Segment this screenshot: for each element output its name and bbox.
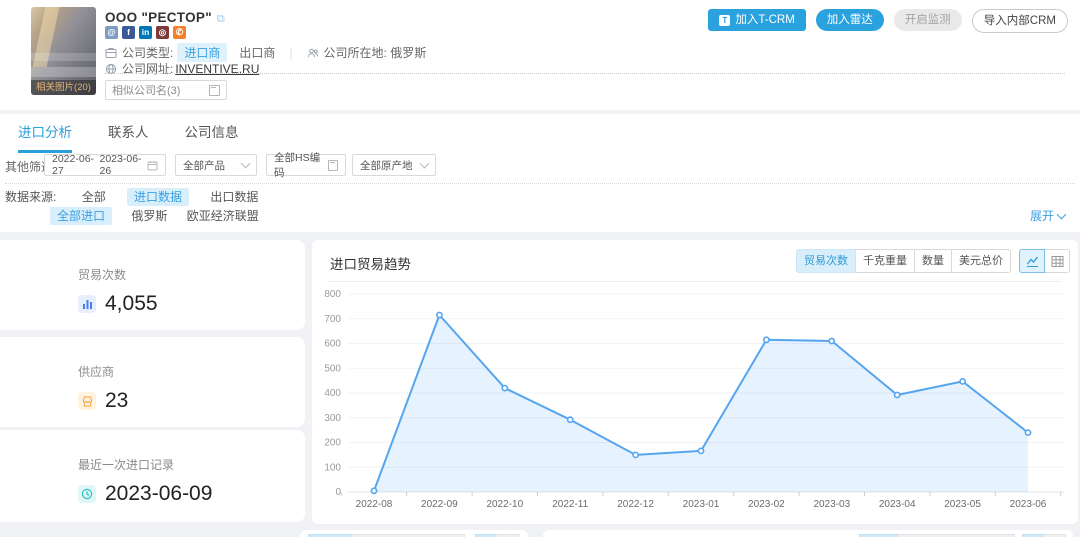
tab-import-analysis[interactable]: 进口分析: [18, 121, 72, 153]
location-label: 公司所在地:: [324, 44, 387, 61]
date-start: 2022-06-27: [52, 153, 100, 177]
related-images-caption[interactable]: 相关图片(20): [31, 80, 96, 95]
svg-text:200: 200: [324, 438, 341, 449]
origin-select[interactable]: 全部原产地: [352, 154, 436, 176]
hs-code-value: 全部HS编码: [274, 150, 328, 180]
exporter-tag: 出口商: [239, 44, 275, 61]
header-actions: T 加入T-CRM 加入雷达 开启监测 导入内部CRM: [708, 9, 1068, 33]
company-header: 相关图片(20) OOO "PECTOP"⧉ @ f in ◎ ✆ 公司类型: …: [0, 0, 1080, 110]
date-end: 2023-06-26: [100, 153, 148, 177]
clock-icon: [78, 485, 96, 503]
hs-code-select[interactable]: 全部HS编码: [266, 154, 346, 176]
import-internal-crm-button[interactable]: 导入内部CRM: [972, 9, 1068, 33]
website-label: 公司网址:: [122, 60, 173, 77]
svg-text:300: 300: [324, 413, 341, 424]
svg-text:2022-08: 2022-08: [356, 499, 393, 510]
chevron-down-icon: [241, 159, 251, 169]
sub-option-russia[interactable]: 俄罗斯: [131, 209, 167, 223]
start-monitoring-button[interactable]: 开启监测: [894, 9, 962, 31]
chevron-down-icon: [1057, 209, 1067, 219]
bar-chart-icon: [78, 295, 96, 313]
product-select-value: 全部产品: [183, 158, 225, 173]
data-source-subrow: 全部进口 俄罗斯 欧亚经济联盟: [50, 207, 259, 224]
company-type-label: 公司类型:: [122, 44, 173, 61]
bottom-card-right: [543, 530, 1073, 537]
location-icon: [307, 47, 319, 59]
data-source-row: 数据来源: 全部 进口数据 出口数据: [5, 188, 258, 205]
phone-icon[interactable]: ✆: [173, 26, 186, 39]
svg-text:500: 500: [324, 363, 341, 374]
social-links: @ f in ◎ ✆: [105, 26, 186, 39]
svg-text:2022-11: 2022-11: [552, 499, 588, 510]
calendar-icon: [147, 160, 158, 171]
stat-value: 2023-06-09: [105, 482, 212, 506]
add-tcrm-button[interactable]: T 加入T-CRM: [708, 9, 805, 31]
photo-decoration: [31, 67, 96, 77]
tab-company-info[interactable]: 公司信息: [185, 121, 239, 153]
sub-option-eaeu[interactable]: 欧亚经济联盟: [187, 209, 259, 223]
svg-text:800: 800: [324, 289, 341, 300]
svg-text:2023-04: 2023-04: [879, 499, 916, 510]
tcrm-icon: T: [719, 15, 730, 26]
location-value: 俄罗斯: [390, 44, 426, 61]
stat-card-suppliers: 供应商 23: [0, 337, 305, 427]
dotted-divider: [5, 183, 1075, 184]
svg-text:2023-06: 2023-06: [1010, 499, 1047, 510]
svg-text:0: 0: [335, 487, 341, 498]
svg-text:2022-12: 2022-12: [617, 499, 654, 510]
source-option-all[interactable]: 全部: [82, 190, 106, 204]
bottom-card-left: [300, 530, 528, 537]
instagram-icon[interactable]: ◎: [156, 26, 169, 39]
source-option-export[interactable]: 出口数据: [210, 190, 258, 204]
copy-icon[interactable]: ⧉: [217, 13, 225, 25]
stat-label: 贸易次数: [78, 266, 305, 283]
product-select[interactable]: 全部产品: [175, 154, 257, 176]
tab-contacts[interactable]: 联系人: [108, 121, 149, 153]
sub-option-all-import[interactable]: 全部进口: [50, 207, 112, 225]
company-type-icon: [105, 47, 117, 59]
svg-text:2023-01: 2023-01: [683, 499, 720, 510]
dropdown-box-icon: [209, 85, 220, 96]
divider: |: [289, 46, 292, 60]
stat-value: 4,055: [105, 292, 158, 316]
stat-label: 最近一次进口记录: [78, 456, 305, 473]
origin-value: 全部原产地: [360, 158, 413, 173]
svg-text:2023-05: 2023-05: [944, 499, 981, 510]
analysis-section: 进口分析 联系人 公司信息 其他筛选: 2022-06-27 2023-06-2…: [0, 114, 1080, 232]
tab-bar: 进口分析 联系人 公司信息: [18, 121, 239, 153]
svg-text:400: 400: [324, 388, 341, 399]
stat-card-trade-count: 贸易次数 4,055: [0, 240, 305, 330]
trend-area-chart: 0 100 200 300 400 500 600 700 800 2022-08 2022-09 2…: [312, 240, 1078, 524]
linkedin-icon[interactable]: in: [139, 26, 152, 39]
source-option-import[interactable]: 进口数据: [127, 188, 189, 206]
svg-text:2023-03: 2023-03: [813, 499, 850, 510]
stat-card-last-import: 最近一次进口记录 2023-06-09: [0, 430, 305, 522]
stat-value: 23: [105, 389, 128, 413]
company-website-row: 公司网址: INVENTIVE.RU: [105, 60, 259, 77]
svg-text:700: 700: [324, 314, 341, 325]
svg-text:100: 100: [324, 462, 341, 473]
company-name: OOO "PECTOP"⧉: [105, 10, 225, 26]
stat-label: 供应商: [78, 363, 305, 380]
svg-text:2023-02: 2023-02: [748, 499, 785, 510]
dotted-divider: [105, 73, 1065, 74]
data-source-label: 数据来源:: [5, 190, 56, 204]
dropdown-box-icon: [328, 160, 339, 171]
svg-text:2022-10: 2022-10: [486, 499, 523, 510]
company-photo[interactable]: 相关图片(20): [31, 7, 96, 95]
shop-icon: [78, 392, 96, 410]
import-trend-card: 进口贸易趋势 贸易次数 千克重量 数量 美元总价 010020030040050…: [312, 240, 1078, 524]
chevron-down-icon: [420, 159, 430, 169]
date-range-picker[interactable]: 2022-06-27 2023-06-26: [44, 154, 166, 176]
email-icon[interactable]: @: [105, 26, 118, 39]
svg-text:600: 600: [324, 339, 341, 350]
add-radar-button[interactable]: 加入雷达: [816, 9, 884, 31]
similar-companies-label: 相似公司名(3): [112, 82, 180, 98]
expand-toggle[interactable]: 展开: [1030, 207, 1065, 224]
photo-decoration: [31, 53, 96, 61]
facebook-icon[interactable]: f: [122, 26, 135, 39]
similar-companies-select[interactable]: 相似公司名(3): [105, 80, 227, 100]
svg-text:2022-09: 2022-09: [421, 499, 458, 510]
